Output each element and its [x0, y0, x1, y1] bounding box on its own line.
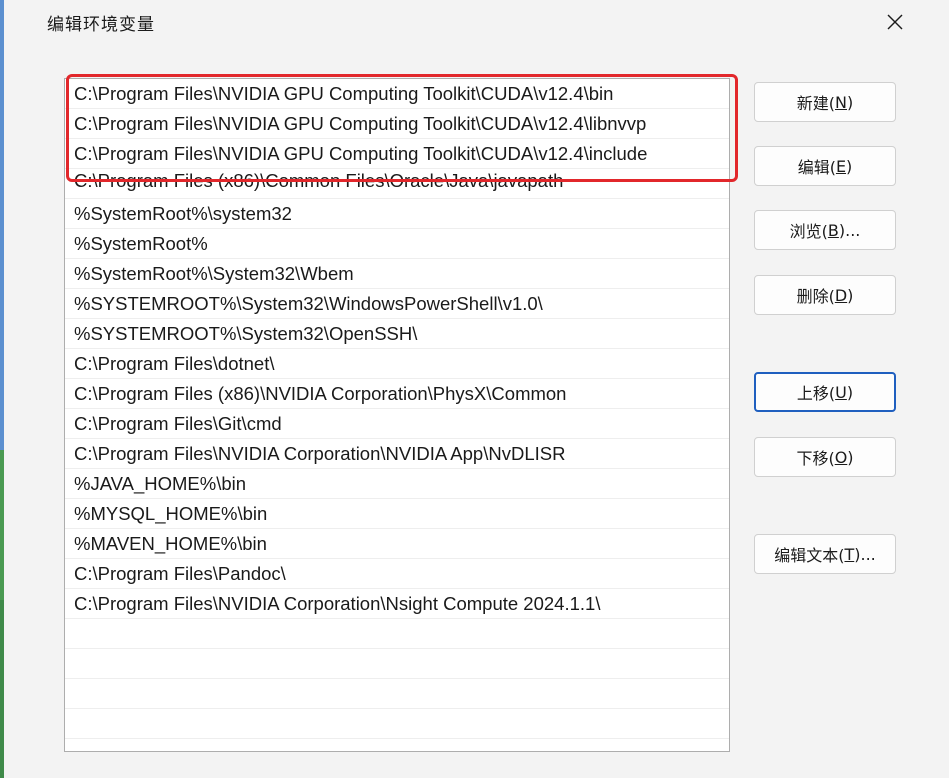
edit-button[interactable]: 编辑(E) — [754, 146, 896, 186]
edit-button-label-end: ) — [846, 156, 853, 176]
move-down-button-key: O — [834, 447, 848, 467]
path-list-item[interactable]: C:\Program Files\NVIDIA GPU Computing To… — [65, 109, 729, 139]
path-list-item[interactable]: %SystemRoot%\System32\Wbem — [65, 259, 729, 289]
move-up-button-label-end: ) — [846, 382, 854, 402]
delete-button-key: D — [834, 285, 848, 305]
dialog-title: 编辑环境变量 — [47, 15, 155, 35]
path-list-item[interactable]: C:\Program Files\Git\cmd — [65, 409, 729, 439]
edit-text-button-key: T — [844, 544, 855, 564]
new-button-key: N — [835, 92, 847, 112]
path-list-empty-row[interactable] — [65, 709, 729, 739]
delete-button-label-end: ) — [847, 285, 854, 305]
path-list-item[interactable]: %SYSTEMROOT%\System32\WindowsPowerShell\… — [65, 289, 729, 319]
edit-text-button[interactable]: 编辑文本(T)... — [754, 534, 896, 574]
browse-button-key: B — [827, 220, 839, 240]
edit-environment-variable-dialog: 编辑环境变量 C:\Program Files\NVIDIA GPU Compu… — [4, 0, 949, 778]
path-list-item[interactable]: C:\Program Files\dotnet\ — [65, 349, 729, 379]
new-button-label: 新建( — [796, 94, 836, 113]
path-list-item[interactable]: C:\Program Files (x86)\NVIDIA Corporatio… — [65, 379, 729, 409]
path-list-item[interactable]: %SystemRoot% — [65, 229, 729, 259]
path-list-item[interactable]: %MAVEN_HOME%\bin — [65, 529, 729, 559]
path-list-item[interactable]: C:\Program Files\NVIDIA Corporation\NVID… — [65, 439, 729, 469]
path-list-empty-row[interactable] — [65, 619, 729, 649]
move-down-button-label-end: ) — [847, 447, 854, 467]
path-list-item[interactable]: C:\Program Files\NVIDIA GPU Computing To… — [65, 139, 729, 169]
new-button-label-end: ) — [846, 92, 854, 112]
path-list-empty-row[interactable] — [65, 649, 729, 679]
path-list-item[interactable]: C:\Program Files\NVIDIA Corporation\Nsig… — [65, 589, 729, 619]
path-list-item[interactable]: %SYSTEMROOT%\System32\OpenSSH\ — [65, 319, 729, 349]
browse-button-label-end: )... — [838, 220, 861, 240]
path-list-item[interactable]: %SystemRoot%\system32 — [65, 199, 729, 229]
edit-text-button-label-end: )... — [854, 544, 876, 564]
move-up-button[interactable]: 上移(U) — [754, 372, 896, 412]
close-button[interactable] — [880, 8, 910, 36]
path-list-item[interactable]: C:\Program Files\NVIDIA GPU Computing To… — [65, 79, 729, 109]
path-list-item[interactable]: C:\Program Files\Pandoc\ — [65, 559, 729, 589]
browse-button-label: 浏览( — [789, 222, 828, 241]
move-down-button-label: 下移( — [796, 449, 835, 468]
delete-button[interactable]: 删除(D) — [754, 275, 896, 315]
path-list[interactable]: C:\Program Files\NVIDIA GPU Computing To… — [64, 78, 730, 752]
new-button[interactable]: 新建(N) — [754, 82, 896, 122]
close-icon — [887, 14, 903, 30]
path-list-empty-row[interactable] — [65, 679, 729, 709]
move-up-button-label: 上移( — [796, 384, 836, 403]
delete-button-label: 删除( — [796, 287, 835, 306]
edit-button-label: 编辑( — [797, 158, 836, 177]
edit-text-button-label: 编辑文本( — [774, 546, 845, 565]
path-list-item[interactable]: %JAVA_HOME%\bin — [65, 469, 729, 499]
edit-button-key: E — [835, 156, 847, 176]
path-list-item[interactable]: %MYSQL_HOME%\bin — [65, 499, 729, 529]
move-up-button-key: U — [835, 382, 847, 402]
browse-button[interactable]: 浏览(B)... — [754, 210, 896, 250]
move-down-button[interactable]: 下移(O) — [754, 437, 896, 477]
path-list-item[interactable]: C:\Program Files (x86)\Common Files\Orac… — [65, 169, 729, 199]
